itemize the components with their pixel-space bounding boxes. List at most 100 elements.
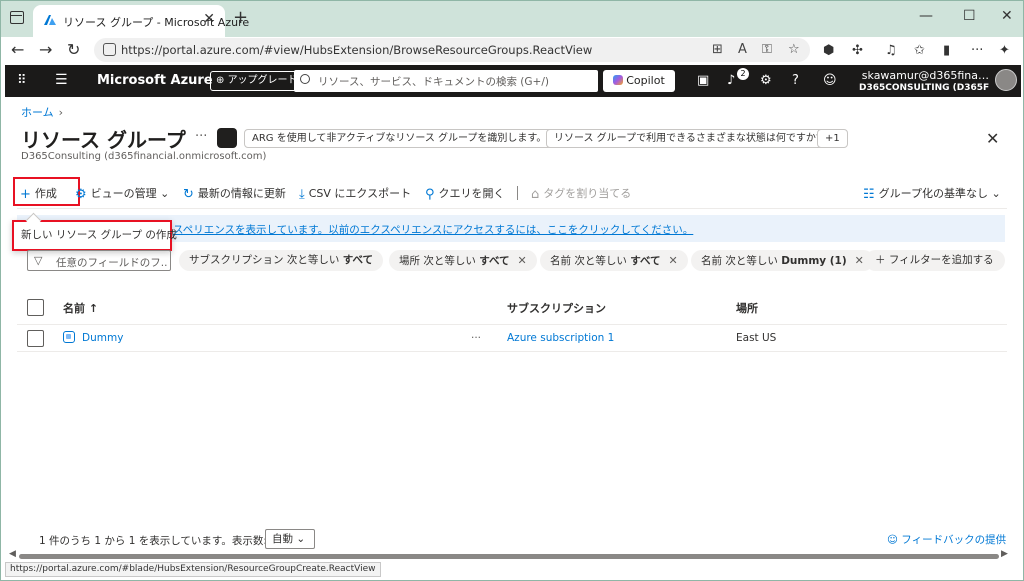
export-csv-button[interactable]: ⤓ CSV にエクスポート <box>299 185 411 202</box>
remove-filter-icon[interactable]: ✕ <box>669 254 678 267</box>
create-button[interactable]: + 作成 <box>20 185 57 202</box>
filter-input[interactable]: ▽ 任意のフィールドのフ... <box>27 250 171 271</box>
filter-chip-name-dummy[interactable]: 名前 次と等しい Dummy (1) ✕ <box>691 250 874 271</box>
search-icon <box>300 74 310 84</box>
site-info-icon[interactable] <box>103 43 116 56</box>
select-all-checkbox[interactable] <box>27 299 44 316</box>
row-divider <box>17 351 1007 352</box>
create-tooltip: 新しい リソース グループ の作成 <box>12 220 177 251</box>
extension-shield-icon[interactable]: ⬢ <box>823 43 834 58</box>
open-query-button[interactable]: ⚲ クエリを開く <box>425 185 505 202</box>
column-header-location[interactable]: 場所 <box>736 300 758 316</box>
portal-menu-icon[interactable]: ☰ <box>55 72 68 88</box>
scroll-left-icon[interactable]: ◀ <box>9 549 16 559</box>
password-icon[interactable]: ⚿ <box>762 42 772 57</box>
page-title: リソース グループ <box>21 128 186 152</box>
page-size-value: 自動 <box>272 533 293 545</box>
suggestion-pill-2[interactable]: リソース グループで利用できるさまざまな状態は何ですか? <box>546 129 830 148</box>
apps-grid-icon[interactable]: ⠿ <box>17 73 27 88</box>
forward-icon[interactable]: → <box>39 40 52 59</box>
open-query-label: クエリを開く <box>438 187 505 200</box>
remove-filter-icon[interactable]: ✕ <box>518 254 527 267</box>
avatar[interactable] <box>995 69 1017 91</box>
banner-link[interactable]: スペリエンスを表示しています。以前のエクスペリエンスにアクセスするには、ここをク… <box>173 222 693 237</box>
page-size-select[interactable]: 自動 ⌄ <box>265 529 315 549</box>
account-tenant: D365CONSULTING (D365FI… <box>859 83 989 93</box>
close-tab-icon[interactable]: ✕ <box>203 11 215 27</box>
filter-placeholder: 任意のフィールドのフ... <box>56 257 168 269</box>
add-filter-label: フィルターを追加する <box>888 254 994 266</box>
copilot-browser-icon[interactable]: ✦ <box>999 43 1010 58</box>
list-icon: ☷ <box>863 187 875 202</box>
reload-icon[interactable]: ↻ <box>67 40 80 59</box>
group-by-button[interactable]: ☷ グループ化の基準なし ⌄ <box>863 185 1001 202</box>
account-menu[interactable]: skawamur@d365fina… D365CONSULTING (D365F… <box>859 69 989 94</box>
row-more-icon[interactable]: ··· <box>471 332 481 344</box>
settings-gear-icon[interactable]: ⚙ <box>760 73 772 88</box>
maximize-icon[interactable]: ☐ <box>963 8 976 24</box>
toolbar-divider <box>517 186 518 200</box>
more-options-icon[interactable]: ··· <box>971 43 983 58</box>
add-filter-button[interactable]: ＋ フィルターを追加する <box>865 250 1005 271</box>
address-bar[interactable]: https://portal.azure.com/#view/HubsExten… <box>94 38 810 62</box>
read-aloud-icon[interactable]: A <box>738 42 747 57</box>
favorite-star-icon[interactable]: ☆ <box>788 42 800 57</box>
chevron-down-icon: ⌄ <box>991 187 1001 200</box>
chip-op: 次と等しい <box>574 255 627 267</box>
split-screen-icon[interactable]: ♫ <box>885 43 897 58</box>
extensions-icon[interactable]: ✣ <box>852 43 863 58</box>
new-tab-icon[interactable]: + <box>233 7 248 28</box>
query-icon: ⚲ <box>425 187 435 202</box>
workspaces-icon[interactable] <box>10 11 24 24</box>
filter-chip-name[interactable]: 名前 次と等しい すべて ✕ <box>540 250 688 271</box>
help-icon[interactable]: ? <box>792 73 799 88</box>
feedback-link[interactable]: ☺ フィードバックの提供 <box>887 532 1006 547</box>
breadcrumb-home[interactable]: ホーム <box>21 106 54 119</box>
browser-tab-strip: リソース グループ - Microsoft Azure ✕ + — ☐ ✕ <box>1 1 1023 37</box>
upgrade-label: アップグレード <box>227 75 298 86</box>
feedback-icon[interactable]: ☺ <box>823 73 837 88</box>
manage-view-button[interactable]: ⚙ ビューの管理 ⌄ <box>75 185 169 202</box>
upgrade-icon: ⊕ <box>216 75 228 86</box>
favorites-icon[interactable]: ✩ <box>914 43 925 58</box>
back-icon[interactable]: ← <box>11 40 24 59</box>
chip-field: サブスクリプション <box>189 254 284 266</box>
app-available-icon[interactable]: ⊞ <box>712 42 723 57</box>
refresh-button[interactable]: ↻ 最新の情報に更新 <box>183 185 286 202</box>
global-search-input[interactable]: リソース、サービス、ドキュメントの検索 (G+/) <box>294 70 598 92</box>
column-header-subscription[interactable]: サブスクリプション <box>507 300 606 316</box>
filter-chip-location[interactable]: 場所 次と等しい すべて ✕ <box>389 250 537 271</box>
notifications-icon[interactable]: ♪ <box>727 73 735 88</box>
scrollbar-thumb[interactable] <box>19 554 999 559</box>
location-cell: East US <box>736 332 777 344</box>
copilot-button[interactable]: Copilot <box>603 70 675 92</box>
refresh-label: 最新の情報に更新 <box>197 187 286 200</box>
remove-filter-icon[interactable]: ✕ <box>855 254 864 267</box>
subscription-link[interactable]: Azure subscription 1 <box>507 332 614 344</box>
browser-tab[interactable]: リソース グループ - Microsoft Azure ✕ <box>33 5 249 37</box>
row-checkbox[interactable] <box>27 330 44 347</box>
column-header-name[interactable]: 名前 ↑ <box>63 300 98 316</box>
address-url[interactable]: https://portal.azure.com/#view/HubsExten… <box>121 43 592 57</box>
azure-brand[interactable]: Microsoft Azure <box>97 73 213 88</box>
resource-group-name-link[interactable]: Dummy <box>82 332 123 344</box>
upgrade-button[interactable]: ⊕ アップグレード <box>210 71 304 91</box>
more-actions-icon[interactable]: ··· <box>195 129 207 144</box>
assign-tags-button[interactable]: ⌂ タグを割り当てる <box>531 185 631 202</box>
chip-op: 次と等しい <box>286 254 340 266</box>
close-window-icon[interactable]: ✕ <box>1001 8 1013 24</box>
cloud-shell-icon[interactable]: ▣ <box>697 73 709 88</box>
account-user: skawamur@d365fina… <box>861 69 989 82</box>
close-blade-icon[interactable]: ✕ <box>986 129 999 148</box>
filter-chip-subscription[interactable]: サブスクリプション 次と等しい すべて <box>179 250 384 271</box>
suggestion-pill-1[interactable]: ARG を使用して非アクティブなリソース グループを識別します。 <box>244 129 555 148</box>
horizontal-scrollbar[interactable]: ◀ ▶ <box>9 549 1009 560</box>
minimize-icon[interactable]: — <box>919 8 933 24</box>
suggestion-more[interactable]: +1 <box>817 129 848 148</box>
azure-top-bar: ⠿ ☰ Microsoft Azure ⊕ アップグレード リソース、サービス、… <box>5 65 1021 97</box>
chip-value: すべて <box>630 255 661 267</box>
collections-icon[interactable]: ▮ <box>943 43 950 58</box>
breadcrumb-chevron-icon: › <box>58 106 64 119</box>
scroll-right-icon[interactable]: ▶ <box>1001 549 1008 559</box>
copilot-suggest-icon[interactable] <box>217 128 237 148</box>
